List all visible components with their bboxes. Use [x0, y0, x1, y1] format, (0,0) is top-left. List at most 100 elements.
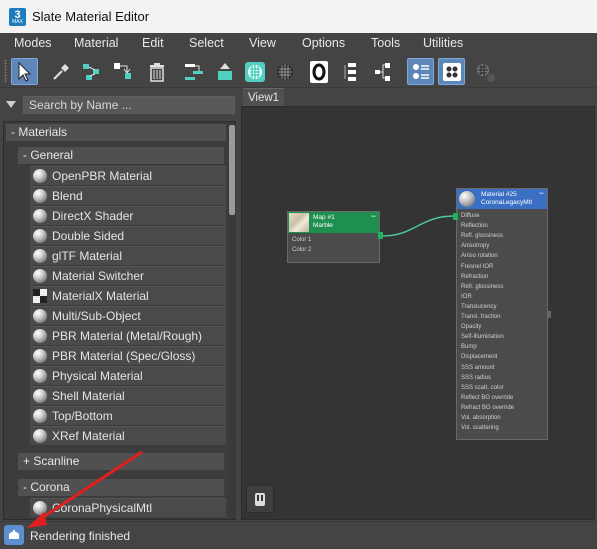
- material-sphere-icon: [33, 169, 47, 183]
- material-port-label[interactable]: Reflection: [461, 223, 488, 229]
- list-item-material-switcher[interactable]: Material Switcher: [30, 266, 226, 285]
- category-general[interactable]: - General: [18, 147, 224, 164]
- material-port-label[interactable]: Reflect BG override: [461, 395, 513, 401]
- list-item-shell-material[interactable]: Shell Material: [30, 386, 226, 405]
- material-port-label[interactable]: Opacity: [461, 324, 481, 330]
- layout-children-icon: [374, 62, 390, 81]
- show-shaded-button[interactable]: [241, 58, 268, 85]
- pick-from-object-button[interactable]: [472, 58, 499, 85]
- node-collapse-icon[interactable]: −: [371, 212, 376, 221]
- menu-tools[interactable]: Tools: [371, 36, 400, 50]
- list-item-openpbr-material[interactable]: OpenPBR Material: [30, 166, 226, 185]
- material-port-label[interactable]: SSS scatt. color: [461, 385, 504, 391]
- scrollbar-thumb[interactable]: [229, 125, 235, 215]
- node-grid-icon: [442, 62, 461, 81]
- material-port-label[interactable]: IOR: [461, 294, 472, 300]
- material-port-label[interactable]: Transl. fraction: [461, 314, 500, 320]
- map-node-header: Map #1 Marble −: [288, 212, 379, 233]
- show-background-button[interactable]: [271, 58, 298, 85]
- list-item-physical-material[interactable]: Physical Material: [30, 366, 226, 385]
- list-item-gltf-material[interactable]: glTF Material: [30, 246, 226, 265]
- material-sphere-icon: [33, 249, 47, 263]
- list-item-xref-material[interactable]: XRef Material: [30, 426, 226, 445]
- assign-to-selection-button[interactable]: [109, 58, 136, 85]
- menu-material[interactable]: Material: [74, 36, 118, 50]
- port-color-1[interactable]: Color 1: [292, 237, 311, 243]
- layout-children-button[interactable]: [369, 58, 396, 85]
- port-color-2[interactable]: Color 2: [292, 247, 311, 253]
- material-sphere-icon: [33, 349, 47, 363]
- material-port-label[interactable]: Anisotropy: [461, 243, 489, 249]
- material-node-header: Material #25 CoronaLegacyMtl −: [457, 189, 547, 209]
- category-corona[interactable]: - Corona: [18, 479, 224, 496]
- list-item-coronaphysicalmtl[interactable]: CoronaPhysicalMtl: [30, 498, 226, 517]
- material-port-label[interactable]: Translucency: [461, 304, 496, 310]
- material-node-25[interactable]: Material #25 CoronaLegacyMtl − Diffuse Re…: [453, 188, 551, 440]
- window-title: Slate Material Editor: [32, 9, 150, 24]
- pick-from-object-icon: [476, 63, 495, 82]
- material-sphere-icon: [33, 309, 47, 323]
- search-options-caret-icon[interactable]: [6, 101, 16, 108]
- show-nodes-button[interactable]: [438, 58, 465, 85]
- list-item-directx-shader[interactable]: DirectX Shader: [30, 206, 226, 225]
- browser-scrollbar[interactable]: [228, 123, 236, 518]
- render-status-button[interactable]: [4, 525, 24, 545]
- menu-edit[interactable]: Edit: [142, 36, 164, 50]
- move-children-button[interactable]: [180, 58, 207, 85]
- material-id-button[interactable]: [305, 58, 332, 85]
- navigation-button[interactable]: [246, 485, 274, 513]
- map-node-marble[interactable]: Map #1 Marble − Color 1 Color 2: [287, 211, 383, 263]
- show-end-result-icon: [344, 62, 356, 81]
- navigate-hand-icon: [255, 493, 265, 506]
- node-collapse-icon[interactable]: −: [539, 189, 544, 198]
- delete-button[interactable]: [143, 58, 170, 85]
- material-port-label[interactable]: Aniso rotation: [461, 253, 498, 259]
- category-materials[interactable]: - Materials: [6, 124, 226, 141]
- menu-select[interactable]: Select: [189, 36, 224, 50]
- material-port-label[interactable]: Bump: [461, 344, 477, 350]
- list-item-double-sided[interactable]: Double Sided: [30, 226, 226, 245]
- show-parameters-button[interactable]: [407, 58, 434, 85]
- material-sphere-icon: [33, 429, 47, 443]
- put-to-scene-button[interactable]: [78, 58, 105, 85]
- list-item-pbr-metal-rough[interactable]: PBR Material (Metal/Rough): [30, 326, 226, 345]
- menu-view[interactable]: View: [249, 36, 276, 50]
- list-item-top-bottom[interactable]: Top/Bottom: [30, 406, 226, 425]
- menu-bar: Modes Material Edit Select View Options …: [0, 33, 597, 54]
- show-end-result-button[interactable]: [338, 58, 365, 85]
- material-port-label[interactable]: Refraction: [461, 274, 488, 280]
- material-port-label[interactable]: Refl. glossiness: [461, 233, 503, 239]
- material-port-label[interactable]: Vol. scattering: [461, 425, 499, 431]
- material-port-label[interactable]: SSS radius: [461, 375, 491, 381]
- tab-view1[interactable]: View1: [243, 88, 284, 106]
- toolbar-grip[interactable]: [4, 59, 7, 83]
- material-port-label[interactable]: SSS amount: [461, 365, 495, 371]
- menu-utilities[interactable]: Utilities: [423, 36, 463, 50]
- material-port-label[interactable]: Refract BG override: [461, 405, 514, 411]
- list-item-blend[interactable]: Blend: [30, 186, 226, 205]
- background-sphere-icon: [276, 63, 293, 80]
- hide-unused-slots-button[interactable]: [211, 58, 238, 85]
- list-item-materialx-material[interactable]: MaterialX Material: [30, 286, 226, 305]
- list-item-multi-sub-object[interactable]: Multi/Sub-Object: [30, 306, 226, 325]
- material-port-label[interactable]: Diffuse: [461, 213, 480, 219]
- material-port-label[interactable]: Vol. absorption: [461, 415, 501, 421]
- material-port-label[interactable]: Fresnel IOR: [461, 264, 493, 270]
- map-output-socket[interactable]: [378, 232, 383, 239]
- put-to-scene-icon: [82, 63, 99, 80]
- search-input[interactable]: [23, 96, 235, 114]
- category-scanline[interactable]: + Scanline: [18, 453, 224, 470]
- select-tool-button[interactable]: [11, 58, 38, 85]
- menu-options[interactable]: Options: [302, 36, 345, 50]
- diffuse-input-socket[interactable]: [453, 213, 458, 220]
- search-row: [3, 96, 235, 114]
- material-port-label[interactable]: Refr. glossiness: [461, 284, 503, 290]
- material-sphere-icon: [459, 191, 475, 207]
- list-item-pbr-spec-gloss[interactable]: PBR Material (Spec/Gloss): [30, 346, 226, 365]
- menu-modes[interactable]: Modes: [14, 36, 52, 50]
- material-port-label[interactable]: Self-Illumination: [461, 334, 504, 340]
- material-sphere-icon: [33, 189, 47, 203]
- material-port-label[interactable]: Displacement: [461, 354, 497, 360]
- pick-material-button[interactable]: [47, 58, 74, 85]
- material-output-socket[interactable]: [547, 311, 551, 318]
